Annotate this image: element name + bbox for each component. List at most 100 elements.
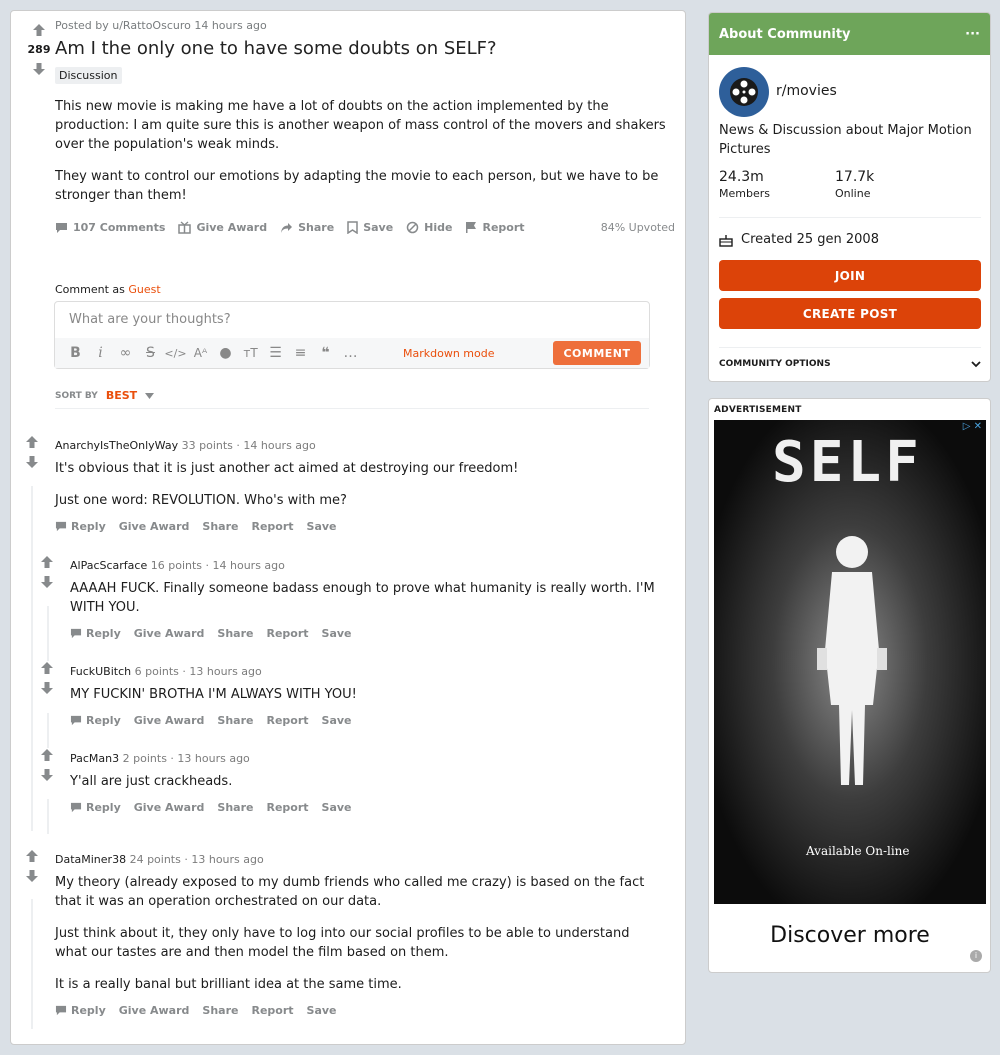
reply-button[interactable]: Reply [70, 714, 121, 727]
upvote-icon[interactable] [40, 555, 54, 569]
give-award-button[interactable]: Give Award [134, 714, 205, 727]
give-award-button[interactable]: Give Award [178, 221, 267, 234]
person-silhouette-image [817, 536, 887, 785]
report-button[interactable]: Report [266, 714, 308, 727]
thread-line[interactable] [47, 606, 49, 661]
reply-button[interactable]: Reply [55, 1004, 106, 1017]
online-stat: 17.7k Online [835, 169, 874, 200]
post-score: 289 [27, 43, 51, 56]
comments-button[interactable]: 107 Comments [55, 221, 165, 234]
numbered-list-icon[interactable]: ≡ [288, 345, 313, 361]
heading-icon[interactable]: тT [238, 346, 263, 360]
save-button[interactable]: Save [307, 1004, 337, 1017]
thread-line[interactable] [31, 899, 33, 1029]
superscript-icon[interactable]: Aᴬ [188, 346, 213, 360]
report-button[interactable]: Report [251, 520, 293, 533]
ad-choices-icon[interactable]: ▷ ✕ [963, 421, 982, 432]
share-button[interactable]: Share [217, 801, 253, 814]
comment-author[interactable]: PacMan3 [70, 752, 119, 765]
comment-header: AnarchyIsTheOnlyWay 33 points · 14 hours… [55, 439, 316, 452]
share-button[interactable]: Share [217, 714, 253, 727]
downvote-icon[interactable] [25, 455, 39, 469]
comment-author[interactable]: FuckUBitch [70, 665, 131, 678]
upvote-icon[interactable] [25, 435, 39, 449]
save-button[interactable]: Save [322, 801, 352, 814]
comment-author[interactable]: AlPacScarface [70, 559, 147, 572]
give-award-button[interactable]: Give Award [119, 520, 190, 533]
give-award-button[interactable]: Give Award [134, 801, 205, 814]
report-button[interactable]: Report [266, 801, 308, 814]
upvote-icon[interactable] [40, 748, 54, 762]
comment-paragraph: Just think about it, they only have to l… [55, 926, 630, 960]
community-options-toggle[interactable]: COMMUNITY OPTIONS [719, 359, 981, 369]
downvote-icon[interactable] [32, 62, 46, 76]
share-button[interactable]: Share [280, 221, 334, 234]
created-date: Created 25 gen 2008 [719, 232, 879, 247]
online-count: 17.7k [835, 169, 875, 185]
comment-time: 13 hours ago [177, 752, 250, 765]
reply-button[interactable]: Reply [55, 520, 106, 533]
chevron-down-icon [971, 360, 981, 367]
more-options-icon[interactable]: ··· [965, 27, 980, 42]
comment-submit-button[interactable]: COMMENT [553, 341, 641, 365]
community-options-label: COMMUNITY OPTIONS [719, 359, 831, 369]
join-button[interactable]: JOIN [719, 260, 981, 291]
save-button[interactable]: Save [322, 627, 352, 640]
report-button[interactable]: Report [251, 1004, 293, 1017]
sort-value: BEST [105, 389, 138, 402]
comment-author[interactable]: AnarchyIsTheOnlyWay [55, 439, 178, 452]
downvote-icon[interactable] [40, 575, 54, 589]
upvote-icon[interactable] [25, 849, 39, 863]
markdown-mode-toggle[interactable]: Markdown mode [403, 347, 495, 360]
editor-toolbar: B i ∞ S </> Aᴬ ● тT ☰ ≡ ❝ … Markdown mod… [55, 338, 649, 368]
save-button[interactable]: Save [347, 221, 393, 234]
create-post-button[interactable]: CREATE POST [719, 298, 981, 329]
comment-editor[interactable]: What are your thoughts? B i ∞ S </> Aᴬ ●… [54, 301, 650, 369]
reply-button[interactable]: Reply [70, 627, 121, 640]
save-button[interactable]: Save [322, 714, 352, 727]
post-flair[interactable]: Discussion [55, 67, 122, 84]
share-button[interactable]: Share [202, 520, 238, 533]
strikethrough-icon[interactable]: S [138, 345, 163, 361]
post-title[interactable]: Am I the only one to have some doubts on… [55, 38, 675, 59]
hide-button[interactable]: Hide [406, 221, 452, 234]
italic-icon[interactable]: i [88, 345, 113, 361]
link-icon[interactable]: ∞ [113, 345, 138, 361]
downvote-icon[interactable] [25, 869, 39, 883]
upvote-icon[interactable] [32, 23, 46, 37]
report-button[interactable]: Report [266, 627, 308, 640]
post-meta: Posted by u/RattoOscuro 14 hours ago [55, 19, 267, 32]
sort-dropdown[interactable]: SORT BY BEST [55, 389, 155, 402]
comment-author[interactable]: DataMiner38 [55, 853, 126, 866]
share-button[interactable]: Share [217, 627, 253, 640]
bold-icon[interactable]: B [63, 345, 88, 361]
save-button[interactable]: Save [307, 520, 337, 533]
reply-label: Reply [86, 627, 121, 640]
downvote-icon[interactable] [40, 681, 54, 695]
upvote-icon[interactable] [40, 661, 54, 675]
give-award-button[interactable]: Give Award [134, 627, 205, 640]
comment-paragraph: My theory (already exposed to my dumb fr… [55, 875, 645, 909]
community-name[interactable]: r/movies [776, 83, 837, 99]
comment-body: MY FUCKIN' BROTHA I'M ALWAYS WITH YOU! [70, 685, 660, 704]
reply-button[interactable]: Reply [70, 801, 121, 814]
give-award-button[interactable]: Give Award [119, 1004, 190, 1017]
quote-icon[interactable]: ❝ [313, 345, 338, 361]
share-button[interactable]: Share [202, 1004, 238, 1017]
comment-points: 24 points [129, 853, 181, 866]
comment-input[interactable]: What are your thoughts? [69, 312, 231, 327]
bullet-list-icon[interactable]: ☰ [263, 345, 288, 361]
downvote-icon[interactable] [40, 768, 54, 782]
discover-more-button[interactable]: Discover more [714, 904, 986, 966]
comment-as-user[interactable]: Guest [128, 283, 160, 296]
more-icon[interactable]: … [338, 345, 363, 361]
thread-line[interactable] [31, 486, 33, 831]
report-button[interactable]: Report [465, 221, 525, 234]
thread-line[interactable] [47, 713, 49, 748]
save-label: Save [363, 221, 394, 234]
code-icon[interactable]: </> [163, 347, 188, 360]
thread-line[interactable] [47, 799, 49, 834]
ad-poster[interactable]: SELF Available On-line [714, 420, 986, 904]
info-icon[interactable]: i [970, 950, 982, 962]
spoiler-icon[interactable]: ● [213, 345, 238, 361]
